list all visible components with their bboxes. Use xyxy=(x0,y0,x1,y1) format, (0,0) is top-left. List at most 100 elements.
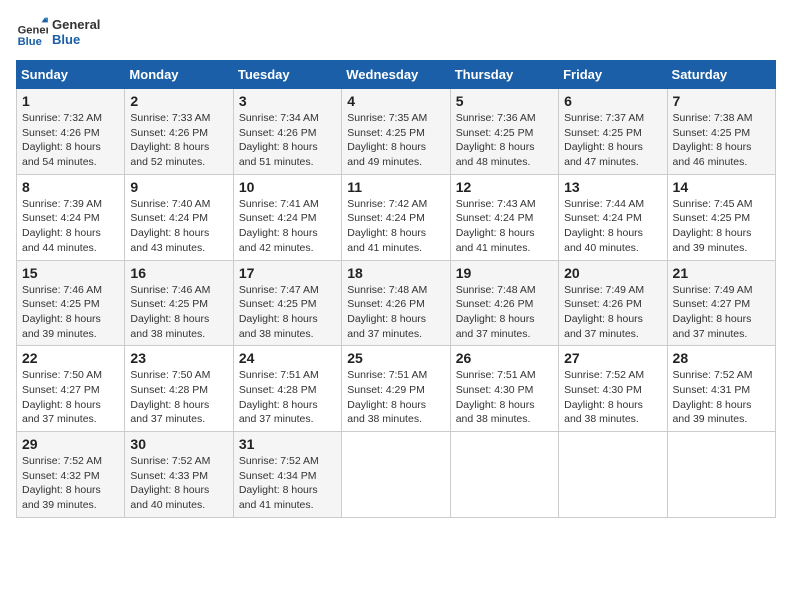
day-info: Sunrise: 7:49 AM Sunset: 4:26 PM Dayligh… xyxy=(564,284,644,340)
day-number: 14 xyxy=(673,179,770,195)
week-row-4: 22 Sunrise: 7:50 AM Sunset: 4:27 PM Dayl… xyxy=(17,346,776,432)
day-cell xyxy=(667,432,775,518)
day-cell: 13 Sunrise: 7:44 AM Sunset: 4:24 PM Dayl… xyxy=(559,174,667,260)
day-cell: 15 Sunrise: 7:46 AM Sunset: 4:25 PM Dayl… xyxy=(17,260,125,346)
day-info: Sunrise: 7:41 AM Sunset: 4:24 PM Dayligh… xyxy=(239,198,319,254)
day-cell: 11 Sunrise: 7:42 AM Sunset: 4:24 PM Dayl… xyxy=(342,174,450,260)
day-cell: 23 Sunrise: 7:50 AM Sunset: 4:28 PM Dayl… xyxy=(125,346,233,432)
day-cell: 19 Sunrise: 7:48 AM Sunset: 4:26 PM Dayl… xyxy=(450,260,558,346)
day-cell: 26 Sunrise: 7:51 AM Sunset: 4:30 PM Dayl… xyxy=(450,346,558,432)
day-number: 17 xyxy=(239,265,336,281)
svg-text:General: General xyxy=(18,25,48,37)
day-info: Sunrise: 7:45 AM Sunset: 4:25 PM Dayligh… xyxy=(673,198,753,254)
day-info: Sunrise: 7:52 AM Sunset: 4:33 PM Dayligh… xyxy=(130,455,210,511)
day-cell xyxy=(342,432,450,518)
day-info: Sunrise: 7:44 AM Sunset: 4:24 PM Dayligh… xyxy=(564,198,644,254)
day-number: 24 xyxy=(239,350,336,366)
day-number: 20 xyxy=(564,265,661,281)
day-cell: 21 Sunrise: 7:49 AM Sunset: 4:27 PM Dayl… xyxy=(667,260,775,346)
day-cell: 8 Sunrise: 7:39 AM Sunset: 4:24 PM Dayli… xyxy=(17,174,125,260)
day-info: Sunrise: 7:40 AM Sunset: 4:24 PM Dayligh… xyxy=(130,198,210,254)
day-cell: 12 Sunrise: 7:43 AM Sunset: 4:24 PM Dayl… xyxy=(450,174,558,260)
day-info: Sunrise: 7:51 AM Sunset: 4:29 PM Dayligh… xyxy=(347,369,427,425)
day-info: Sunrise: 7:49 AM Sunset: 4:27 PM Dayligh… xyxy=(673,284,753,340)
week-row-1: 1 Sunrise: 7:32 AM Sunset: 4:26 PM Dayli… xyxy=(17,89,776,175)
day-cell: 24 Sunrise: 7:51 AM Sunset: 4:28 PM Dayl… xyxy=(233,346,341,432)
day-info: Sunrise: 7:48 AM Sunset: 4:26 PM Dayligh… xyxy=(347,284,427,340)
day-cell: 14 Sunrise: 7:45 AM Sunset: 4:25 PM Dayl… xyxy=(667,174,775,260)
day-cell xyxy=(450,432,558,518)
svg-text:Blue: Blue xyxy=(18,36,42,48)
day-cell: 7 Sunrise: 7:38 AM Sunset: 4:25 PM Dayli… xyxy=(667,89,775,175)
week-row-3: 15 Sunrise: 7:46 AM Sunset: 4:25 PM Dayl… xyxy=(17,260,776,346)
day-cell: 18 Sunrise: 7:48 AM Sunset: 4:26 PM Dayl… xyxy=(342,260,450,346)
day-header-tuesday: Tuesday xyxy=(233,61,341,89)
day-header-monday: Monday xyxy=(125,61,233,89)
header-row: SundayMondayTuesdayWednesdayThursdayFrid… xyxy=(17,61,776,89)
day-number: 11 xyxy=(347,179,444,195)
day-info: Sunrise: 7:51 AM Sunset: 4:28 PM Dayligh… xyxy=(239,369,319,425)
day-number: 8 xyxy=(22,179,119,195)
day-cell: 5 Sunrise: 7:36 AM Sunset: 4:25 PM Dayli… xyxy=(450,89,558,175)
day-info: Sunrise: 7:46 AM Sunset: 4:25 PM Dayligh… xyxy=(130,284,210,340)
day-info: Sunrise: 7:33 AM Sunset: 4:26 PM Dayligh… xyxy=(130,112,210,168)
day-cell: 31 Sunrise: 7:52 AM Sunset: 4:34 PM Dayl… xyxy=(233,432,341,518)
calendar-table: SundayMondayTuesdayWednesdayThursdayFrid… xyxy=(16,60,776,518)
day-info: Sunrise: 7:52 AM Sunset: 4:30 PM Dayligh… xyxy=(564,369,644,425)
day-cell: 29 Sunrise: 7:52 AM Sunset: 4:32 PM Dayl… xyxy=(17,432,125,518)
day-number: 18 xyxy=(347,265,444,281)
day-info: Sunrise: 7:50 AM Sunset: 4:27 PM Dayligh… xyxy=(22,369,102,425)
day-info: Sunrise: 7:48 AM Sunset: 4:26 PM Dayligh… xyxy=(456,284,536,340)
day-cell: 30 Sunrise: 7:52 AM Sunset: 4:33 PM Dayl… xyxy=(125,432,233,518)
day-number: 10 xyxy=(239,179,336,195)
day-info: Sunrise: 7:42 AM Sunset: 4:24 PM Dayligh… xyxy=(347,198,427,254)
day-cell: 22 Sunrise: 7:50 AM Sunset: 4:27 PM Dayl… xyxy=(17,346,125,432)
day-info: Sunrise: 7:50 AM Sunset: 4:28 PM Dayligh… xyxy=(130,369,210,425)
day-info: Sunrise: 7:37 AM Sunset: 4:25 PM Dayligh… xyxy=(564,112,644,168)
day-header-sunday: Sunday xyxy=(17,61,125,89)
day-header-wednesday: Wednesday xyxy=(342,61,450,89)
day-number: 23 xyxy=(130,350,227,366)
day-info: Sunrise: 7:43 AM Sunset: 4:24 PM Dayligh… xyxy=(456,198,536,254)
day-info: Sunrise: 7:39 AM Sunset: 4:24 PM Dayligh… xyxy=(22,198,102,254)
logo-general: General xyxy=(52,17,100,32)
day-cell: 20 Sunrise: 7:49 AM Sunset: 4:26 PM Dayl… xyxy=(559,260,667,346)
day-cell: 25 Sunrise: 7:51 AM Sunset: 4:29 PM Dayl… xyxy=(342,346,450,432)
logo-blue: Blue xyxy=(52,32,100,47)
logo-icon: General Blue xyxy=(16,16,48,48)
day-number: 6 xyxy=(564,93,661,109)
day-info: Sunrise: 7:34 AM Sunset: 4:26 PM Dayligh… xyxy=(239,112,319,168)
day-info: Sunrise: 7:52 AM Sunset: 4:32 PM Dayligh… xyxy=(22,455,102,511)
logo: General Blue General Blue xyxy=(16,16,100,48)
day-number: 13 xyxy=(564,179,661,195)
day-number: 4 xyxy=(347,93,444,109)
day-cell: 28 Sunrise: 7:52 AM Sunset: 4:31 PM Dayl… xyxy=(667,346,775,432)
day-info: Sunrise: 7:32 AM Sunset: 4:26 PM Dayligh… xyxy=(22,112,102,168)
day-cell: 1 Sunrise: 7:32 AM Sunset: 4:26 PM Dayli… xyxy=(17,89,125,175)
day-cell: 16 Sunrise: 7:46 AM Sunset: 4:25 PM Dayl… xyxy=(125,260,233,346)
day-number: 15 xyxy=(22,265,119,281)
day-info: Sunrise: 7:51 AM Sunset: 4:30 PM Dayligh… xyxy=(456,369,536,425)
day-number: 5 xyxy=(456,93,553,109)
day-cell: 9 Sunrise: 7:40 AM Sunset: 4:24 PM Dayli… xyxy=(125,174,233,260)
day-number: 3 xyxy=(239,93,336,109)
week-row-5: 29 Sunrise: 7:52 AM Sunset: 4:32 PM Dayl… xyxy=(17,432,776,518)
day-cell: 6 Sunrise: 7:37 AM Sunset: 4:25 PM Dayli… xyxy=(559,89,667,175)
day-number: 27 xyxy=(564,350,661,366)
day-number: 19 xyxy=(456,265,553,281)
day-header-saturday: Saturday xyxy=(667,61,775,89)
day-cell: 17 Sunrise: 7:47 AM Sunset: 4:25 PM Dayl… xyxy=(233,260,341,346)
day-header-thursday: Thursday xyxy=(450,61,558,89)
page-header: General Blue General Blue xyxy=(16,16,776,48)
day-info: Sunrise: 7:52 AM Sunset: 4:31 PM Dayligh… xyxy=(673,369,753,425)
day-header-friday: Friday xyxy=(559,61,667,89)
week-row-2: 8 Sunrise: 7:39 AM Sunset: 4:24 PM Dayli… xyxy=(17,174,776,260)
day-number: 9 xyxy=(130,179,227,195)
day-cell: 10 Sunrise: 7:41 AM Sunset: 4:24 PM Dayl… xyxy=(233,174,341,260)
day-number: 2 xyxy=(130,93,227,109)
day-number: 29 xyxy=(22,436,119,452)
day-number: 28 xyxy=(673,350,770,366)
day-number: 25 xyxy=(347,350,444,366)
day-info: Sunrise: 7:38 AM Sunset: 4:25 PM Dayligh… xyxy=(673,112,753,168)
day-info: Sunrise: 7:47 AM Sunset: 4:25 PM Dayligh… xyxy=(239,284,319,340)
